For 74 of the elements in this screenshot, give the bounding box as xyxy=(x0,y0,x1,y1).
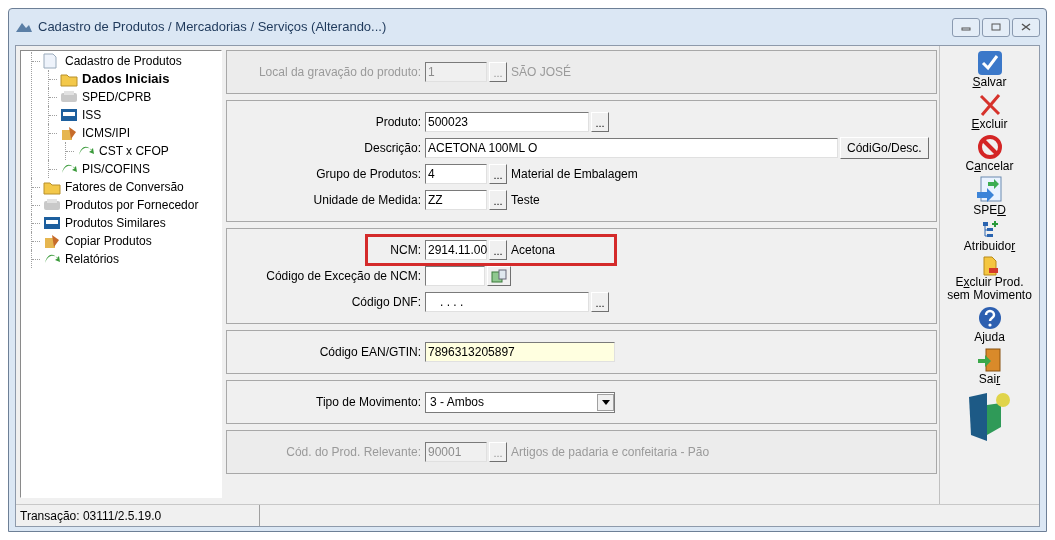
field-label: Cód. do Prod. Relevante: xyxy=(285,444,422,461)
description-label: Acetona xyxy=(511,242,556,259)
tree-item[interactable]: Dados Iniciais xyxy=(81,69,171,89)
printer-icon xyxy=(60,89,78,105)
description-label: Teste xyxy=(511,192,540,209)
input-field[interactable]: . . . . xyxy=(425,292,589,312)
package-icon xyxy=(60,125,78,141)
delete-unused-button[interactable]: Excluir Prod. sem Movimento xyxy=(944,256,1035,302)
package-icon xyxy=(43,233,61,249)
save-button[interactable]: Salvar xyxy=(944,50,1035,89)
tree-item[interactable]: Produtos por Fornecedor xyxy=(64,196,200,214)
lookup-button[interactable]: ... xyxy=(489,190,507,210)
description-label: Artigos de padaria e confeitaria - Pão xyxy=(511,444,710,461)
input-field[interactable]: 500023 xyxy=(425,112,589,132)
close-icon xyxy=(1021,23,1031,31)
checkmark-icon xyxy=(976,50,1003,76)
description-label: Material de Embalagem xyxy=(511,166,638,183)
lookup-button[interactable]: ... xyxy=(489,240,507,260)
description-label: SÃO JOSÉ xyxy=(511,63,572,81)
tree-item[interactable]: ISS xyxy=(81,106,103,124)
prohibited-icon xyxy=(976,134,1003,160)
cancel-button[interactable]: Cancelar xyxy=(944,134,1035,173)
maximize-icon xyxy=(991,23,1001,31)
lookup-button[interactable]: ... xyxy=(591,292,609,312)
tree-item[interactable]: Copiar Produtos xyxy=(64,232,153,250)
document-arrows-icon xyxy=(975,176,1004,204)
input-field[interactable]: ZZ xyxy=(425,190,487,210)
tree-item[interactable]: Cadastro de Produtos xyxy=(64,52,183,70)
input-field[interactable] xyxy=(425,266,485,286)
field-label: Código DNF: xyxy=(350,294,422,311)
tree-plus-icon xyxy=(980,220,999,240)
tree-item[interactable]: ICMS/IPI xyxy=(81,124,131,142)
field-label: NCM: xyxy=(389,242,422,259)
tree-item[interactable]: PIS/COFINS xyxy=(81,160,151,178)
minimize-button[interactable] xyxy=(952,17,980,37)
lookup-button[interactable]: ... xyxy=(489,164,507,184)
close-button[interactable] xyxy=(1012,17,1040,37)
sped-button[interactable]: SPED xyxy=(944,176,1035,217)
delete-button[interactable]: Excluir xyxy=(944,92,1035,131)
document-minus-icon xyxy=(980,256,999,276)
tree-item[interactable]: Relatórios xyxy=(64,250,121,268)
field-label: Grupo de Produtos: xyxy=(315,166,422,183)
tree-item[interactable]: Produtos Similares xyxy=(64,214,167,232)
dropdown[interactable]: 3 - Ambos xyxy=(425,391,615,413)
company-logo-icon xyxy=(966,391,1013,443)
field-label: Descrição: xyxy=(363,140,422,157)
exit-button[interactable]: Sair xyxy=(944,347,1035,386)
dropdown-arrow-icon xyxy=(601,399,610,405)
field-label: Unidade de Medida: xyxy=(312,192,422,209)
tree-item[interactable]: CST x CFOP xyxy=(98,142,170,160)
printer-icon xyxy=(43,197,61,213)
tree-item[interactable]: Fatores de Conversão xyxy=(64,178,185,196)
field-label: Local da gravação do produto: xyxy=(257,64,422,81)
assign-button[interactable]: Atribuidor xyxy=(944,220,1035,253)
field-label: Código EAN/GTIN: xyxy=(318,344,422,361)
code-description-button[interactable]: CódiGo/Desc. xyxy=(840,137,929,159)
maximize-button[interactable] xyxy=(982,17,1010,37)
input-field[interactable]: ACETONA 100ML O xyxy=(425,138,838,158)
window-title: Cadastro de Produtos / Mercadorias / Serviços (Alterando...) xyxy=(38,18,387,37)
lookup-button[interactable]: ... xyxy=(591,112,609,132)
status-text: Transação: 03111/2.5.19.0 xyxy=(16,505,260,526)
input-field[interactable]: 7896313205897 xyxy=(425,342,615,362)
input-field[interactable]: 4 xyxy=(425,164,487,184)
input-field[interactable]: 2914.11.00 xyxy=(425,240,487,260)
door-icon xyxy=(976,347,1003,373)
field-label: Produto: xyxy=(374,114,422,131)
folder-icon xyxy=(60,71,78,87)
field-label: Código de Exceção de NCM: xyxy=(265,268,422,285)
calculator-button[interactable] xyxy=(487,266,511,286)
help-icon xyxy=(976,305,1003,331)
folder-icon xyxy=(43,179,61,195)
field-label: Tipo de Movimento: xyxy=(315,394,422,411)
tree-item[interactable]: SPED/CPRB xyxy=(81,88,153,106)
help-button[interactable]: Ajuda xyxy=(944,305,1035,344)
